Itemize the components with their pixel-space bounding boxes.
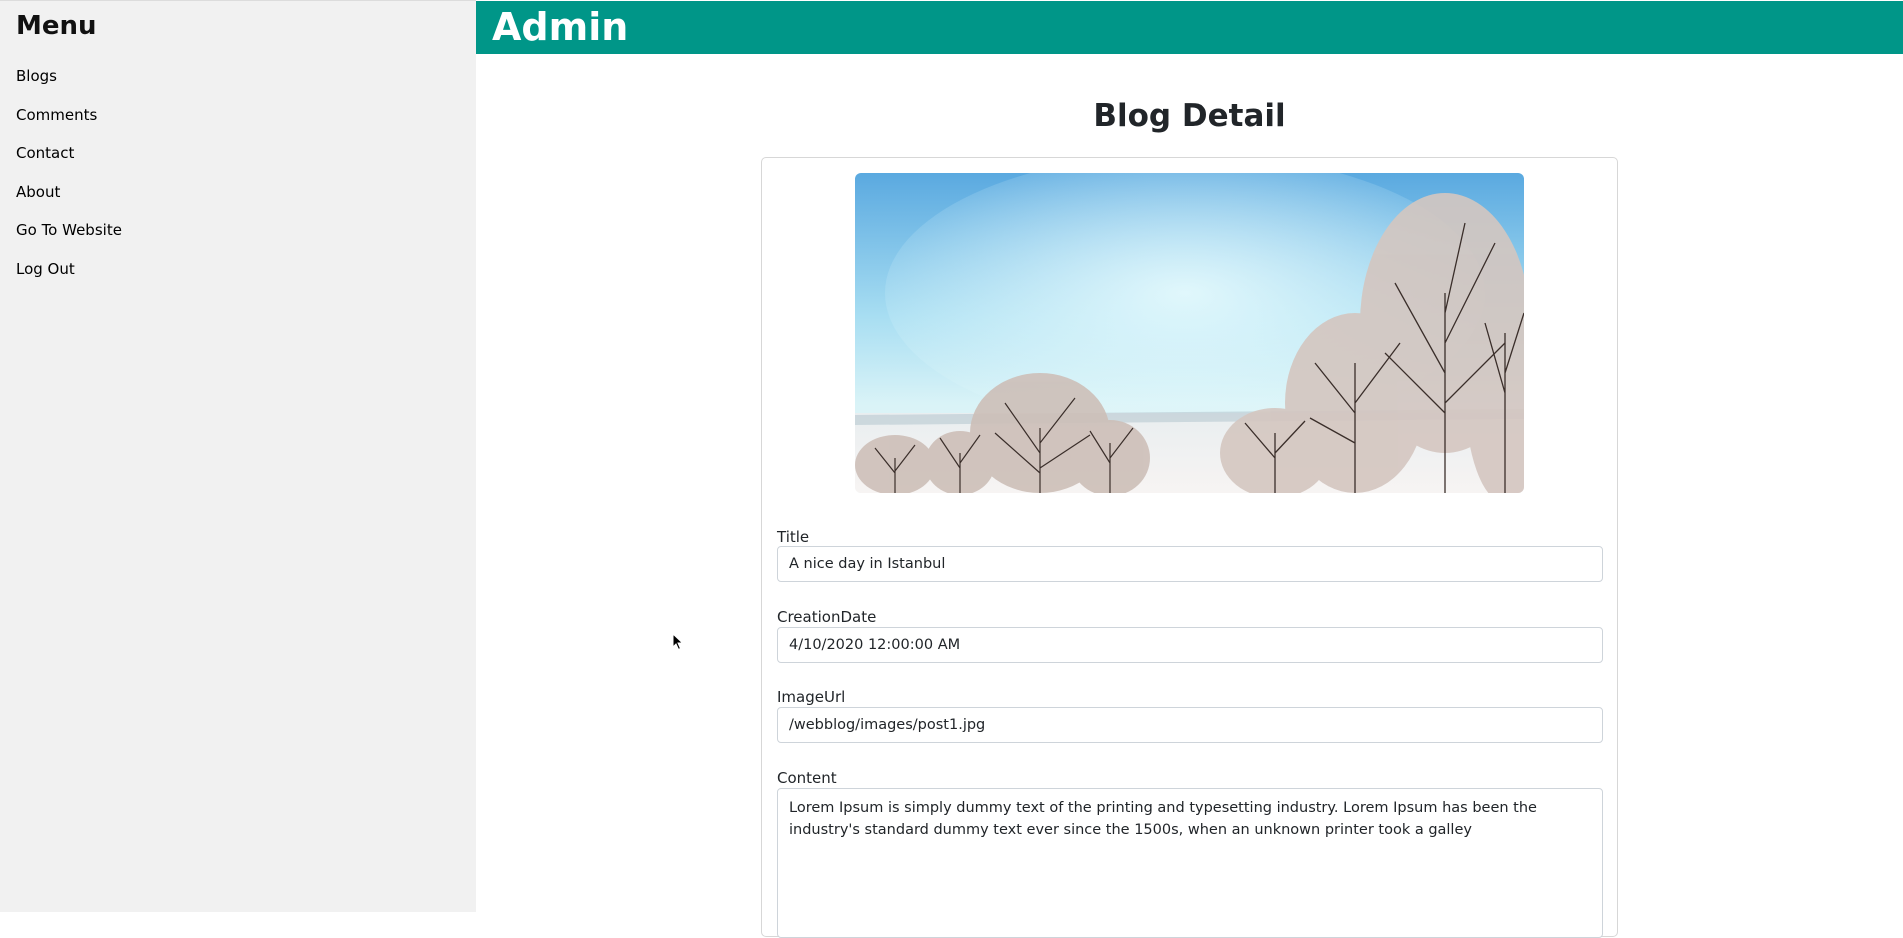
header-title: Admin <box>492 5 629 49</box>
image-url-label: ImageUrl <box>777 688 846 706</box>
sidebar-item-comments[interactable]: Comments <box>16 104 122 143</box>
page-title: Blog Detail <box>1093 98 1286 134</box>
creation-date-input[interactable] <box>777 627 1603 663</box>
winter-trees-photo <box>855 173 1524 493</box>
header-bar: Admin <box>476 1 1903 54</box>
sidebar-item-blogs[interactable]: Blogs <box>16 65 122 104</box>
sidebar-item-go-to-website[interactable]: Go To Website <box>16 219 122 258</box>
mouse-cursor-icon <box>672 633 684 651</box>
sidebar-title: Menu <box>16 11 97 41</box>
creation-date-label: CreationDate <box>777 608 877 626</box>
sidebar-item-contact[interactable]: Contact <box>16 142 122 181</box>
sidebar-nav: Blogs Comments Contact About Go To Websi… <box>16 65 122 297</box>
blog-detail-card: Title CreationDate ImageUrl Content Lore… <box>761 157 1618 938</box>
sidebar-item-log-out[interactable]: Log Out <box>16 258 122 297</box>
title-input[interactable] <box>777 546 1603 582</box>
content-textarea[interactable]: Lorem Ipsum is simply dummy text of the … <box>777 788 1603 938</box>
image-url-input[interactable] <box>777 707 1603 743</box>
content-label: Content <box>777 769 837 787</box>
title-label: Title <box>777 528 810 546</box>
sidebar: Menu Blogs Comments Contact About Go To … <box>0 0 476 912</box>
sidebar-item-about[interactable]: About <box>16 181 122 220</box>
